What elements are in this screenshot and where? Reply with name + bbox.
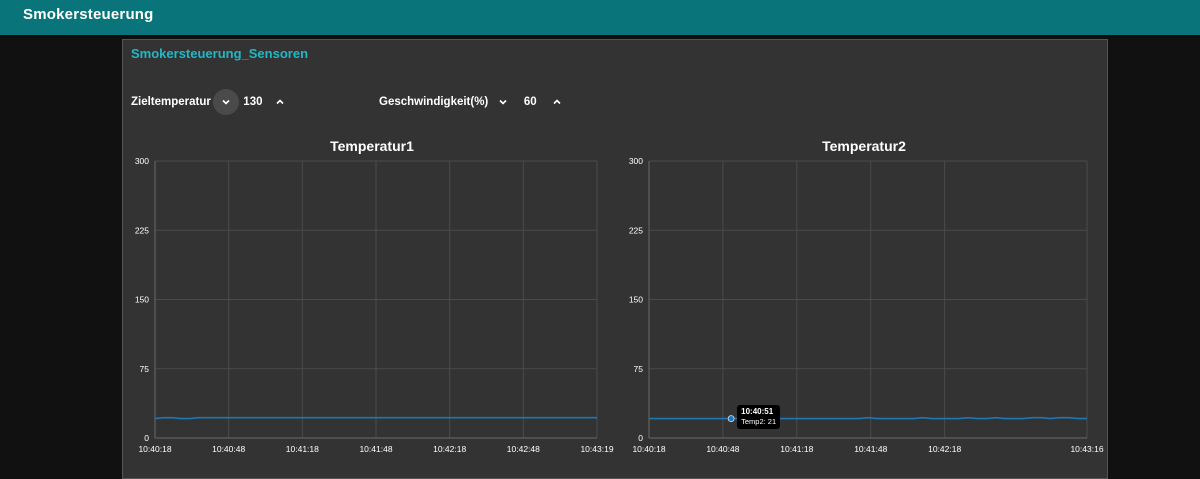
x-tick-label: 10:41:48	[359, 444, 392, 454]
y-tick-label: 0	[144, 433, 149, 443]
temperature2-chart: Temperatur2 300 225 150 75 0 10:40:18 10:40:48…	[621, 137, 1107, 467]
y-tick-label: 225	[135, 225, 149, 235]
y-tick-label: 300	[629, 156, 643, 166]
series-line	[649, 416, 1087, 420]
target-temperature-control: Zieltemperatur 130	[131, 88, 293, 116]
chevron-up-icon	[553, 99, 561, 105]
y-tick-label: 225	[629, 225, 643, 235]
speed-increase-button[interactable]	[544, 89, 570, 115]
x-tick-label: 10:41:18	[780, 444, 813, 454]
speed-decrease-button[interactable]	[490, 89, 516, 115]
y-tick-label: 300	[135, 156, 149, 166]
temperature2-plot: 300 225 150 75 010:40:18 10:40:48 10:41:18 10:4…	[629, 156, 1104, 454]
chevron-down-icon	[222, 99, 230, 105]
tooltip-time: 10:40:51	[741, 406, 774, 416]
speed-label: Geschwindigkeit(%)	[379, 96, 489, 108]
target-temperature-decrease-button[interactable]	[212, 89, 239, 115]
chevron-up-icon	[276, 99, 284, 105]
speed-value: 60	[523, 96, 537, 108]
sensor-group: Smokersteuerung_Sensoren Zieltemperatur …	[122, 39, 1108, 479]
y-tick-label: 75	[634, 364, 644, 374]
temperature1-chart: Temperatur1 300 225 150 75 0 10:40:18 10:40:48…	[127, 137, 617, 467]
x-tick-label: 10:43:16	[1070, 444, 1103, 454]
hover-point	[727, 415, 735, 422]
x-tick-label: 10:41:18	[286, 444, 319, 454]
x-tick-label: 10:41:48	[854, 444, 887, 454]
target-temperature-increase-button[interactable]	[267, 89, 293, 115]
chevron-down-icon	[499, 99, 507, 105]
y-tick-label: 75	[140, 364, 150, 374]
temperature1-plot: 300 225 150 75 010:40:18 10:40:48 10:41:18 10:4…	[135, 156, 614, 454]
x-tick-label: 10:40:48	[212, 444, 245, 454]
y-tick-label: 150	[629, 295, 643, 305]
x-tick-label: 10:43:19	[580, 444, 613, 454]
series-line	[154, 416, 597, 420]
x-tick-label: 10:42:18	[433, 444, 466, 454]
tooltip-value: Temp2: 21	[741, 416, 777, 426]
y-tick-label: 150	[135, 295, 149, 305]
top-bar: Smokersteuerung	[0, 0, 1200, 35]
app-title: Smokersteuerung	[23, 6, 154, 23]
x-tick-label: 10:40:18	[138, 444, 171, 454]
speed-control: Geschwindigkeit(%) 60	[379, 88, 570, 116]
x-tick-label: 10:40:18	[632, 444, 665, 454]
y-tick-label: 0	[638, 433, 643, 443]
x-tick-label: 10:42:18	[928, 444, 961, 454]
target-temperature-label: Zieltemperatur	[131, 96, 211, 108]
target-temperature-value: 130	[243, 96, 263, 108]
group-title: Smokersteuerung_Sensoren	[131, 46, 309, 61]
chart-tooltip: 10:40:51 Temp2: 21	[737, 404, 781, 429]
x-tick-label: 10:42:48	[507, 444, 540, 454]
x-tick-label: 10:40:48	[706, 444, 739, 454]
